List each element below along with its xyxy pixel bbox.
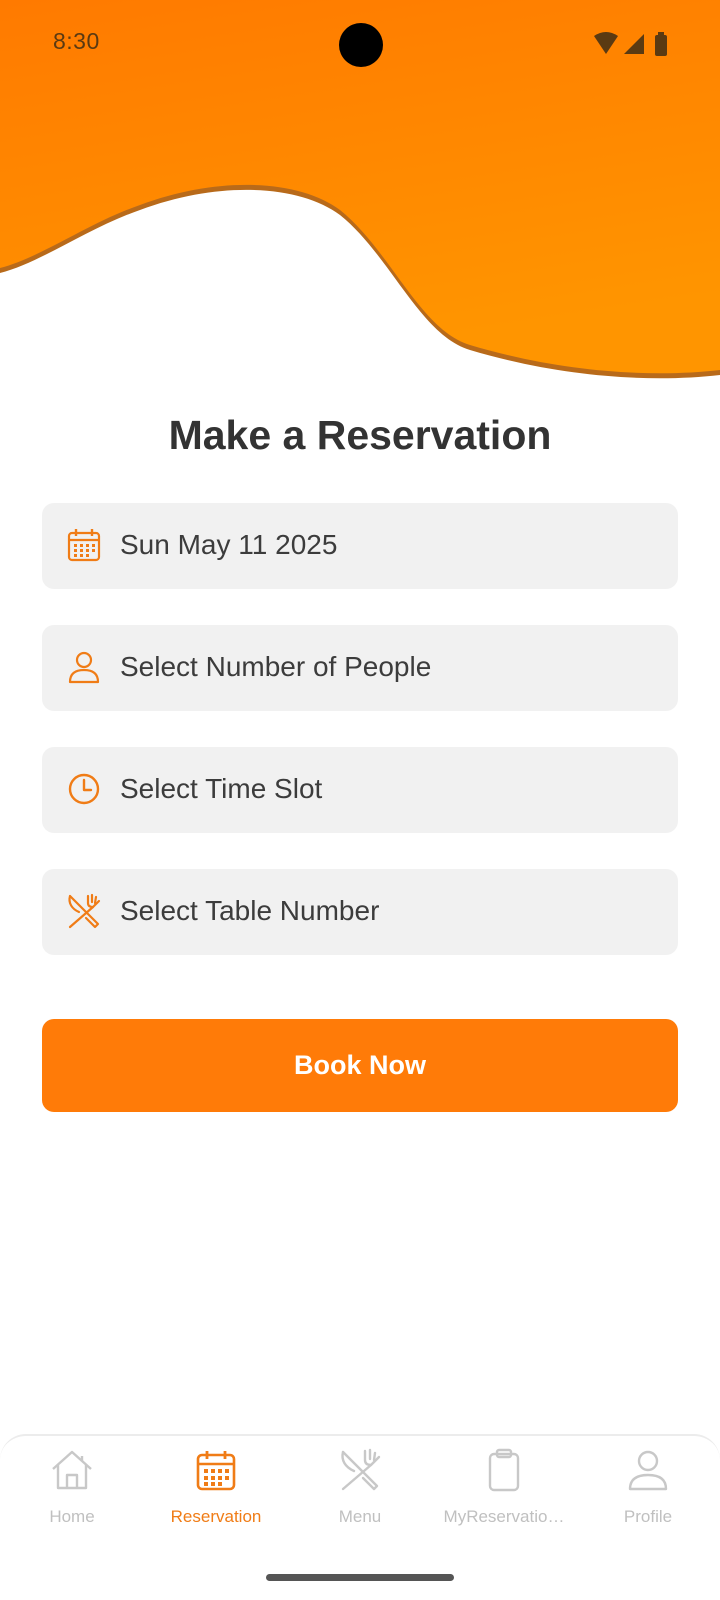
status-time: 8:30 [53, 28, 100, 54]
fork-knife-icon [68, 893, 101, 929]
nav-item-home[interactable]: Home [0, 1436, 144, 1536]
person-icon [68, 651, 100, 684]
date-field-label: Sun May 11 2025 [120, 529, 338, 560]
status-icons [594, 32, 667, 56]
date-field[interactable]: Sun May 11 2025 [42, 503, 678, 589]
table-number-field[interactable]: Select Table Number [42, 869, 678, 955]
nav-label-profile: Profile [623, 1507, 673, 1526]
nav-item-menu[interactable]: Menu [288, 1436, 432, 1536]
people-field[interactable]: Select Number of People [42, 625, 678, 711]
battery-icon [655, 32, 667, 56]
nav-item-my-reservations[interactable]: MyReservatio… [432, 1436, 576, 1536]
home-indicator[interactable] [266, 1574, 454, 1581]
table-number-field-label: Select Table Number [120, 895, 380, 926]
page-title: Make a Reservation [168, 412, 552, 458]
nav-label-home: Home [49, 1507, 95, 1526]
nav-item-reservation[interactable]: Reservation [144, 1436, 288, 1536]
time-slot-field-label: Select Time Slot [120, 773, 323, 804]
people-field-label: Select Number of People [120, 651, 432, 682]
time-slot-field[interactable]: Select Time Slot [42, 747, 678, 833]
home-icon [52, 1450, 92, 1490]
nav-label-reservation: Reservation [170, 1507, 262, 1526]
nav-item-profile[interactable]: Profile [576, 1436, 720, 1536]
status-bar: 8:30 [0, 0, 720, 90]
book-now-button[interactable]: Book Now [42, 1019, 678, 1112]
nav-label-menu: Menu [338, 1507, 382, 1526]
signal-icon [624, 34, 644, 54]
clipboard-icon [488, 1448, 520, 1492]
person-icon [628, 1450, 668, 1491]
wifi-icon [594, 32, 618, 54]
fork-knife-icon [341, 1448, 381, 1491]
calendar-icon [196, 1451, 236, 1491]
camera-cutout [339, 23, 383, 67]
nav-label-my-reservations: MyReservatio… [443, 1507, 565, 1526]
calendar-icon [67, 529, 101, 562]
clock-icon [68, 773, 100, 805]
